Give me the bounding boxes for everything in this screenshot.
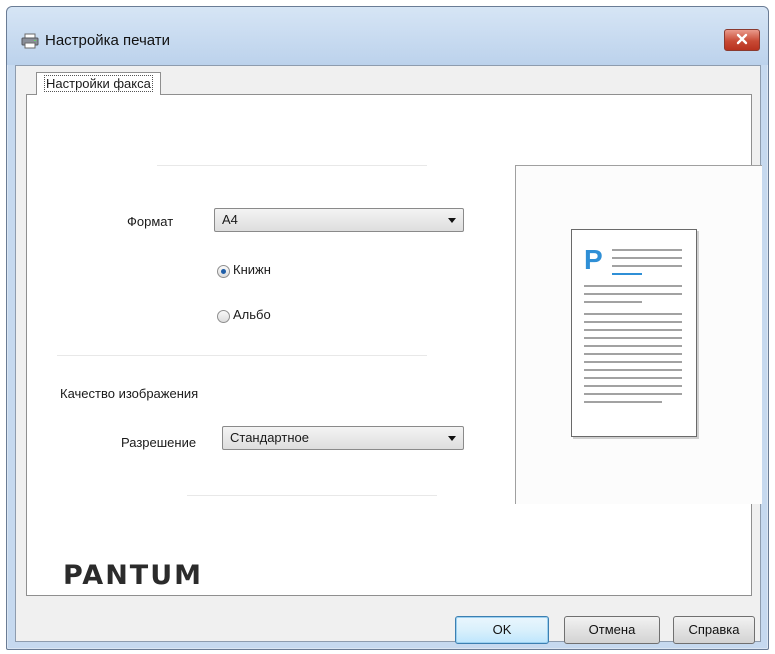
tab-panel: Формат A4 Книжн Альбо Качество изображен… xyxy=(26,94,762,596)
help-button[interactable]: Справка xyxy=(673,616,755,644)
window-title: Настройка печати xyxy=(45,32,171,49)
printer-icon xyxy=(21,33,39,49)
close-button[interactable] xyxy=(724,29,760,51)
portrait-radio[interactable] xyxy=(217,265,230,278)
resolution-value: Стандартное xyxy=(230,430,309,445)
preview-paper: P xyxy=(571,229,697,437)
tab-label: Настройки факса xyxy=(44,75,153,92)
format-label: Формат xyxy=(127,214,174,229)
portrait-label: Книжн xyxy=(233,262,271,277)
title-bar[interactable]: Настройка печати xyxy=(7,7,768,65)
close-icon xyxy=(736,33,748,48)
format-value: A4 xyxy=(222,212,238,227)
separator xyxy=(57,355,427,356)
quality-heading: Качество изображения xyxy=(60,386,199,401)
format-select[interactable]: A4 xyxy=(214,208,464,232)
pantum-logo: PANTUM xyxy=(63,560,204,591)
landscape-radio[interactable] xyxy=(217,310,230,323)
cancel-button[interactable]: Отмена xyxy=(564,616,660,644)
resolution-select[interactable]: Стандартное xyxy=(222,426,464,450)
separator xyxy=(157,165,427,166)
print-settings-dialog: Настройка печати Настройки факса Формат … xyxy=(6,6,769,650)
dialog-client-area: Настройки факса Формат A4 Книжн Альбо Ка… xyxy=(15,65,762,644)
tab-fax-settings[interactable]: Настройки факса xyxy=(36,72,161,95)
chevron-down-icon xyxy=(448,436,456,441)
resolution-label: Разрешение xyxy=(121,435,197,450)
landscape-label: Альбо xyxy=(233,307,271,322)
separator xyxy=(187,495,437,496)
text-lines-icon xyxy=(584,249,682,403)
chevron-down-icon xyxy=(448,218,456,223)
ok-button[interactable]: OK xyxy=(455,616,549,644)
